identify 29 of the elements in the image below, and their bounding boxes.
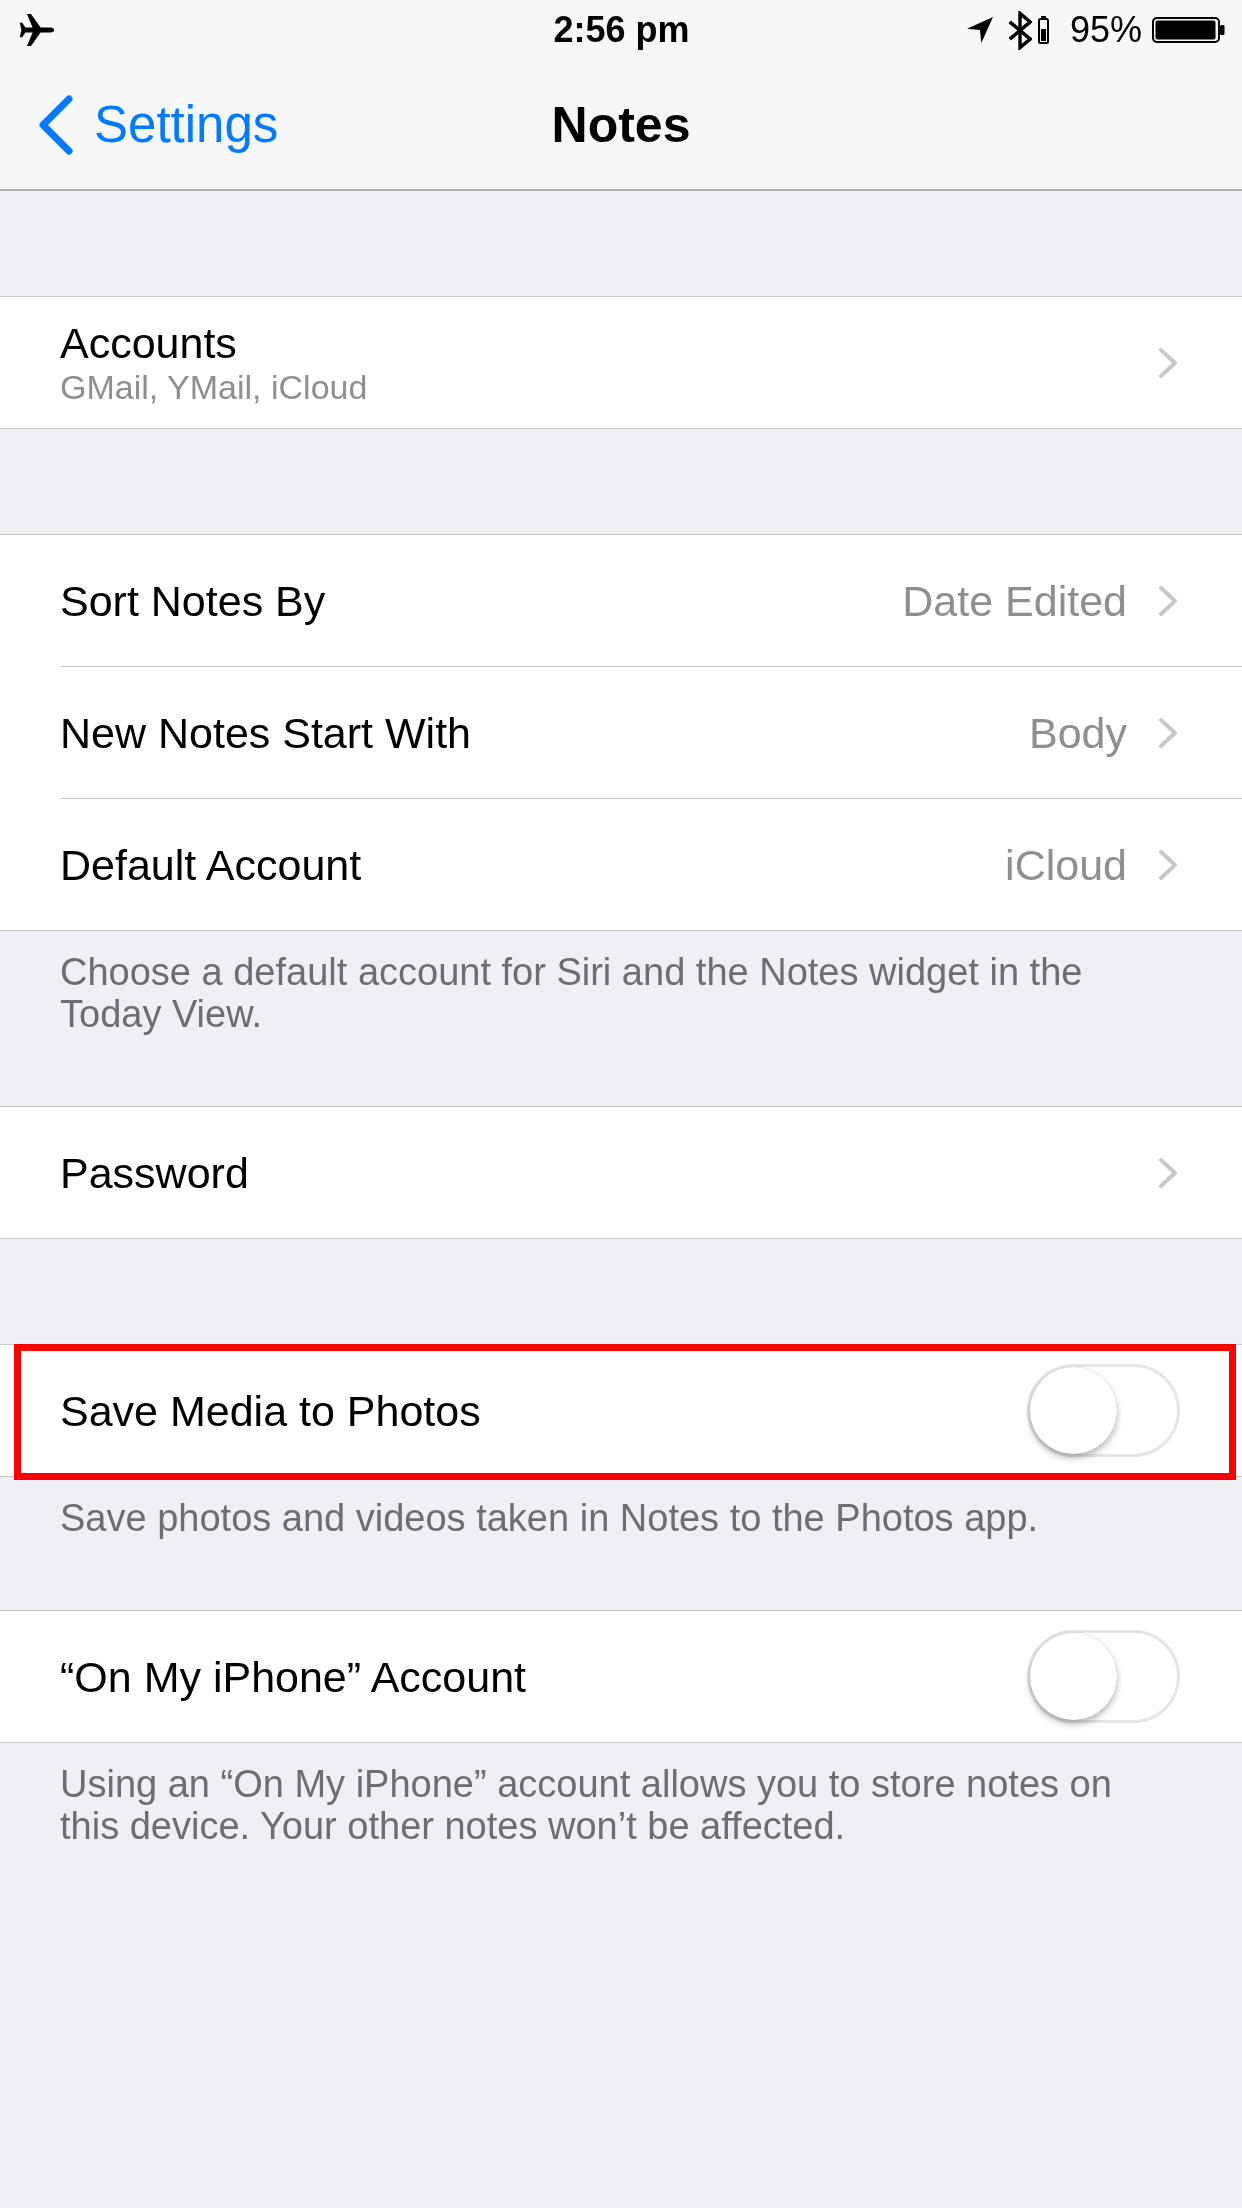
row-title: New Notes Start With — [60, 708, 472, 757]
row-subtitle: GMail, YMail, iCloud — [60, 366, 369, 407]
chevron-icon — [1157, 848, 1180, 881]
chevron-icon — [1157, 1156, 1180, 1189]
row-title: Accounts — [60, 318, 238, 367]
chevron-icon — [1157, 716, 1180, 749]
row-title: Save Media to Photos — [60, 1386, 482, 1435]
section-footer: Using an “On My iPhone” account allows you to store notes on this device. Your other notes won’t be affected. — [0, 1743, 1242, 1847]
location-arrow-icon — [965, 17, 994, 43]
section-footer: Choose a default account for Siri and the Notes widget in the Today View. — [0, 931, 1242, 1035]
back-button[interactable]: Settings — [0, 94, 279, 155]
status-time: 2:56 pm — [553, 12, 690, 48]
battery-percentage: 95% — [1069, 12, 1142, 48]
section-footer: Save photos and videos taken in Notes to the Photos app. — [0, 1477, 1242, 1539]
small-battery-icon — [1037, 16, 1049, 44]
airplane-mode-icon — [18, 14, 56, 46]
row-value: Date Edited — [902, 576, 1127, 625]
nav-title: Notes — [551, 99, 691, 150]
chevron-icon — [1157, 584, 1180, 617]
row-value: iCloud — [1005, 840, 1127, 889]
back-chevron-icon — [38, 94, 73, 155]
row-value: Body — [1029, 708, 1127, 757]
row-title: Password — [60, 1148, 250, 1197]
row-title: “On My iPhone” Account — [60, 1652, 528, 1701]
battery-icon — [1152, 17, 1225, 43]
bluetooth-icon — [1007, 10, 1032, 50]
row-title: Default Account — [60, 840, 363, 889]
chevron-icon — [1157, 346, 1180, 379]
row-title: Sort Notes By — [60, 576, 327, 625]
